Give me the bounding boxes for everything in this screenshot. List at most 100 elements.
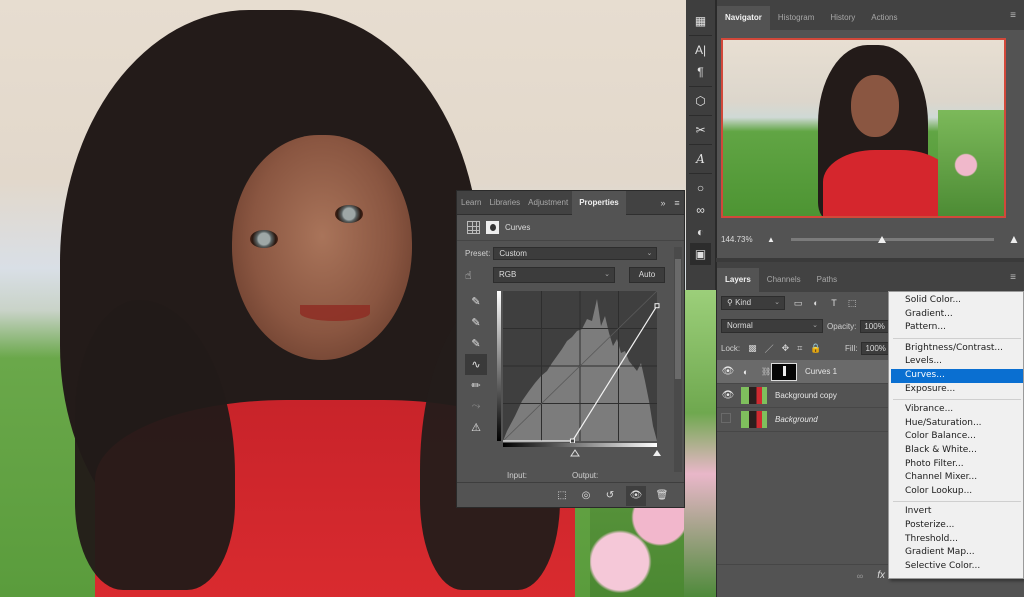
tab-libraries[interactable]: Libraries — [485, 191, 524, 215]
smooth-curve-icon[interactable]: ⤳ — [465, 396, 487, 417]
curves-graph[interactable] — [497, 291, 662, 461]
delete-icon[interactable]: 🗑 — [654, 490, 670, 501]
panel-menu-icon[interactable]: ≡ — [1010, 272, 1016, 283]
filter-kind-select[interactable]: ⚲ Kind ⌄ — [721, 296, 785, 310]
lock-position-icon[interactable]: ✥ — [782, 343, 790, 354]
menu-item-brightness-contrast[interactable]: Brightness/Contrast... — [889, 342, 1023, 356]
menu-item-vibrance[interactable]: Vibrance... — [889, 403, 1023, 417]
properties-scrollbar[interactable] — [674, 247, 682, 472]
menu-item-invert[interactable]: Invert — [889, 505, 1023, 519]
tab-history[interactable]: History — [822, 6, 863, 30]
menu-item-posterize[interactable]: Posterize... — [889, 519, 1023, 533]
layer-row-curves[interactable]: 👁 ◐ ⛓ Curves 1 — [717, 360, 889, 384]
clip-to-layer-icon[interactable]: ⬚ — [554, 490, 570, 501]
fx-icon[interactable]: fx — [877, 570, 885, 581]
menu-item-exposure[interactable]: Exposure... — [889, 383, 1023, 397]
menu-item-gradient-map[interactable]: Gradient Map... — [889, 546, 1023, 560]
chevron-down-icon: ⌄ — [774, 299, 780, 306]
menu-item-curves[interactable]: Curves... — [891, 368, 1023, 383]
shadows-eyedropper-icon[interactable]: ✎ — [465, 291, 487, 312]
layer-row-background[interactable]: · Background — [717, 408, 889, 432]
properties-icon[interactable]: ▣ — [690, 243, 711, 265]
curve-control-point[interactable] — [569, 438, 575, 444]
clipping-warning-icon[interactable]: ⚠ — [465, 417, 487, 438]
filter-adjustment-icon[interactable]: ◐ — [811, 298, 821, 308]
zoom-slider[interactable] — [791, 235, 994, 243]
lock-image-icon[interactable]: ／ — [765, 342, 774, 355]
menu-item-solid-color[interactable]: Solid Color... — [889, 294, 1023, 308]
menu-item-channel-mixer[interactable]: Channel Mixer... — [889, 471, 1023, 485]
highlights-eyedropper-icon[interactable]: ✎ — [465, 333, 487, 354]
blend-mode-select[interactable]: Normal ⌄ — [721, 319, 823, 333]
lightbulb-icon[interactable]: ○ — [686, 177, 715, 199]
link-icon[interactable]: ⛓ — [761, 367, 771, 376]
layer-mask-thumbnail[interactable] — [771, 362, 797, 381]
channel-select[interactable]: RGB ⌄ — [493, 267, 615, 283]
zoom-value[interactable]: 144.73% — [717, 235, 761, 244]
menu-item-color-balance[interactable]: Color Balance... — [889, 430, 1023, 444]
zoom-out-icon[interactable]: ▲ — [761, 235, 781, 244]
view-previous-state-icon[interactable]: ◎ — [578, 490, 594, 501]
targeted-adjustment-icon[interactable]: ☝ — [465, 269, 493, 282]
menu-item-selective-color[interactable]: Selective Color... — [889, 560, 1023, 574]
visibility-off-icon[interactable]: · — [717, 413, 739, 426]
midtones-eyedropper-icon[interactable]: ✎ — [465, 312, 487, 333]
curve-control-point[interactable] — [654, 303, 660, 309]
pencil-icon[interactable]: ✏ — [465, 375, 487, 396]
menu-item-black-white[interactable]: Black & White... — [889, 444, 1023, 458]
creative-cloud-icon[interactable]: ∞ — [686, 199, 715, 221]
input-label: Input: — [507, 471, 528, 480]
navigator-preview[interactable] — [721, 38, 1006, 218]
visibility-eye-icon[interactable]: 👁 — [717, 390, 739, 401]
filter-shape-icon[interactable]: ⬚ — [847, 298, 857, 309]
menu-item-color-lookup[interactable]: Color Lookup... — [889, 485, 1023, 499]
opacity-input[interactable]: 100% — [860, 319, 889, 333]
menu-item-levels[interactable]: Levels... — [889, 355, 1023, 369]
tab-layers[interactable]: Layers — [717, 268, 759, 292]
tab-navigator[interactable]: Navigator — [717, 6, 770, 30]
visibility-eye-icon[interactable]: 👁 — [717, 366, 739, 377]
adjustments-icon[interactable]: ◐ — [686, 221, 715, 243]
tools-icon[interactable]: ✂ — [686, 119, 715, 141]
zoom-in-icon[interactable]: ▲ — [1004, 232, 1024, 246]
curves-adjustment-icon[interactable] — [467, 221, 480, 234]
zoom-slider-knob[interactable] — [878, 235, 887, 243]
menu-item-threshold[interactable]: Threshold... — [889, 533, 1023, 547]
chevron-down-icon: ⌄ — [604, 271, 610, 278]
auto-button[interactable]: Auto — [629, 267, 665, 283]
panel-menu-icon[interactable]: ≡ — [670, 198, 684, 208]
layer-name: Curves 1 — [805, 367, 838, 376]
panel-menu-icon[interactable]: ≡ — [1010, 10, 1016, 21]
tab-paths[interactable]: Paths — [809, 268, 845, 292]
reset-icon[interactable]: ↺ — [602, 490, 618, 501]
tab-actions[interactable]: Actions — [863, 6, 905, 30]
filter-pixel-icon[interactable]: ▭ — [793, 298, 803, 309]
toggle-visibility-icon[interactable]: 👁 — [626, 485, 646, 506]
menu-item-pattern[interactable]: Pattern... — [889, 321, 1023, 335]
menu-item-hue-saturation[interactable]: Hue/Saturation... — [889, 417, 1023, 431]
grid-icon[interactable]: ▦ — [686, 10, 715, 32]
lock-transparent-icon[interactable]: ▩ — [748, 343, 757, 354]
character-icon[interactable]: A| — [686, 39, 715, 61]
tab-channels[interactable]: Channels — [759, 268, 809, 292]
lock-all-icon[interactable]: 🔒 — [810, 343, 821, 354]
preset-select[interactable]: Custom ⌄ — [493, 247, 658, 260]
glyphs-icon[interactable]: A — [686, 148, 715, 170]
tab-adjustments[interactable]: Adjustment — [524, 191, 572, 215]
curve-edit-icon[interactable]: ∿ — [465, 354, 487, 375]
fill-input[interactable]: 100% — [861, 342, 890, 355]
tab-learn[interactable]: Learn — [457, 191, 485, 215]
tab-properties[interactable]: Properties — [572, 190, 626, 215]
filter-type-icon[interactable]: T — [829, 298, 839, 308]
expand-panels-icon[interactable]: » — [656, 198, 670, 208]
link-layers-icon[interactable]: ∞ — [857, 571, 863, 581]
3d-icon[interactable]: ⬡ — [686, 90, 715, 112]
paragraph-icon[interactable]: ¶ — [686, 61, 715, 83]
layer-row-background-copy[interactable]: 👁 Background copy — [717, 384, 889, 408]
scrollbar-thumb[interactable] — [675, 259, 681, 379]
tab-histogram[interactable]: Histogram — [770, 6, 822, 30]
layer-mask-icon[interactable] — [486, 221, 499, 234]
lock-artboard-icon[interactable]: ⌗ — [797, 343, 802, 354]
menu-item-photo-filter[interactable]: Photo Filter... — [889, 458, 1023, 472]
menu-item-gradient[interactable]: Gradient... — [889, 308, 1023, 322]
